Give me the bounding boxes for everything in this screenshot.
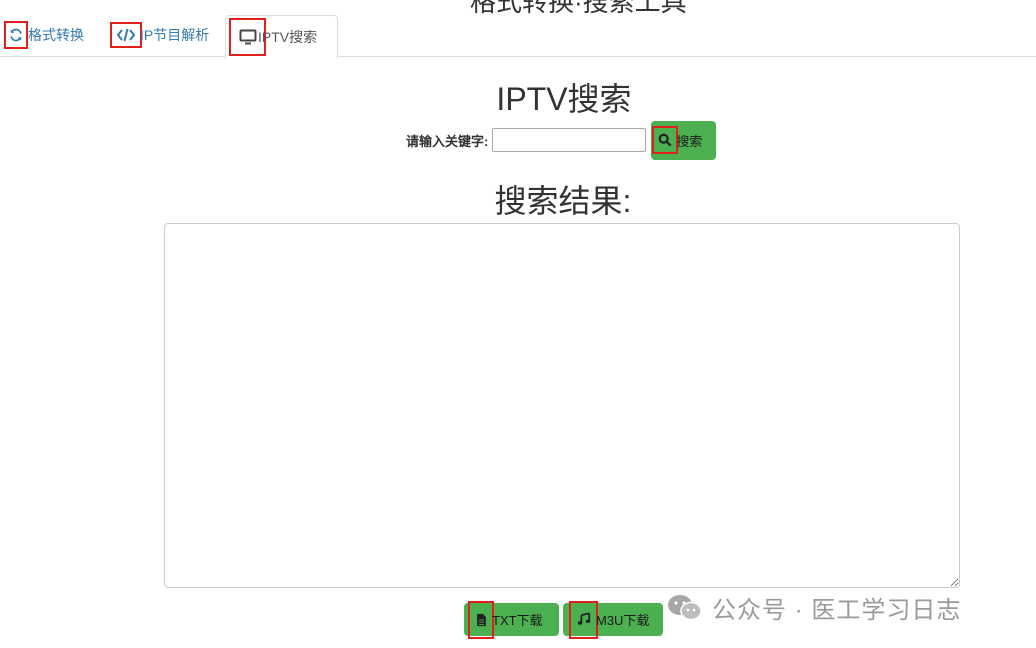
m3u-download-label: M3U下载 xyxy=(596,613,650,628)
tab-label: 格式转换 xyxy=(28,27,84,43)
search-form: 请输入关键字: 搜索 xyxy=(406,120,717,160)
search-button[interactable]: 搜索 xyxy=(651,120,717,160)
txt-download-button[interactable]: TXT下载 xyxy=(464,600,559,639)
txt-download-label: TXT下载 xyxy=(492,613,543,628)
tab-ip-parse[interactable]: IP节目解析 xyxy=(110,14,219,56)
search-input[interactable] xyxy=(492,128,647,152)
tab-iptv-search[interactable]: IPTV搜索 xyxy=(225,15,338,59)
music-note-icon xyxy=(569,600,598,639)
page-title: IPTV搜索 xyxy=(496,81,632,117)
watermark-text: 公众号 · 医工学习日志 xyxy=(712,597,962,624)
tab-bar: 格式转换 IP节目解析 IPTV搜索 xyxy=(0,0,1036,59)
code-icon xyxy=(110,22,142,48)
watermark: 公众号 · 医工学习日志 xyxy=(666,590,961,625)
file-icon xyxy=(468,600,494,639)
refresh-icon xyxy=(4,21,28,49)
tab-label: IPTV搜索 xyxy=(258,29,318,45)
wechat-icon xyxy=(666,593,704,623)
results-textarea[interactable] xyxy=(164,223,960,588)
tab-format-convert[interactable]: 格式转换 xyxy=(0,14,84,56)
results-title: 搜索结果: xyxy=(494,183,632,219)
tab-label: IP节目解析 xyxy=(140,27,210,43)
search-button-label: 搜索 xyxy=(676,133,703,149)
m3u-download-button[interactable]: M3U下载 xyxy=(563,600,663,639)
search-icon xyxy=(652,126,679,154)
search-label: 请输入关键字: xyxy=(406,133,489,149)
download-buttons: TXT下载 M3U下载 xyxy=(464,600,663,639)
